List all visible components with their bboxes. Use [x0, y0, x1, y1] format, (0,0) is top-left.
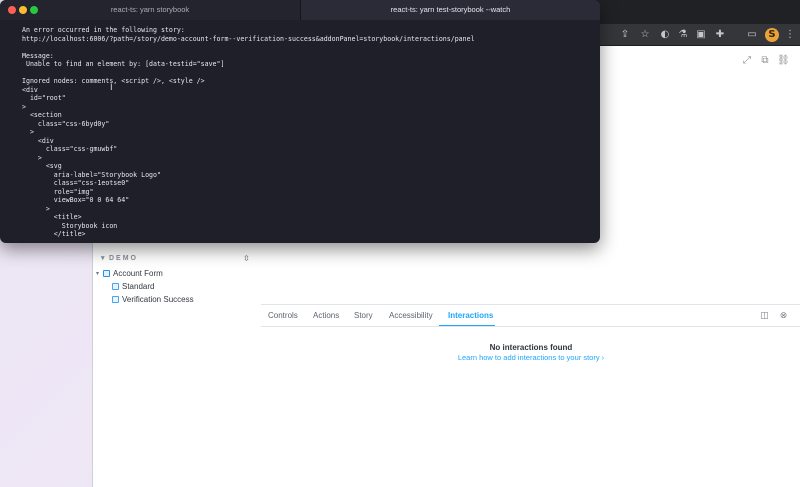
terminal-line: Message: [22, 51, 54, 60]
shield-icon[interactable]: ◐ [658, 28, 672, 42]
terminal-line: An error occurred in the following story… [22, 26, 185, 34]
terminal-line: <div [22, 85, 38, 94]
terminal-line: Ignored nodes: comments, <script />, <st… [22, 77, 205, 85]
story-icon [112, 283, 119, 290]
close-icon[interactable]: ⊗ [778, 311, 789, 322]
terminal-line: <section [22, 111, 62, 119]
flask-icon[interactable]: ⚗ [676, 28, 690, 42]
terminal-line: aria-label="Storybook Logo" [22, 170, 161, 179]
terminal-line: <div [22, 136, 54, 145]
terminal-window: react-ts: yarn storybook react-ts: yarn … [0, 0, 600, 243]
cup-icon[interactable]: ▣ [694, 28, 708, 42]
avatar[interactable]: S [765, 28, 779, 42]
puzzle-icon[interactable]: ✚ [713, 28, 727, 42]
zoom-window-button[interactable] [30, 6, 38, 14]
terminal-line: <title> [22, 213, 82, 221]
terminal-line: </title> [22, 230, 86, 238]
sidebar-item-verification-success[interactable]: Verification Success [112, 294, 252, 306]
terminal-line: Storybook icon [22, 221, 118, 230]
terminal-line: class="css-1eotse0" [22, 179, 130, 187]
terminal-line: http://localhost:6006/?path=/story/demo-… [22, 34, 475, 43]
terminal-line: > [22, 102, 26, 111]
tab-controls[interactable]: Controls [268, 305, 298, 327]
sidebar-item-label: Verification Success [122, 295, 194, 304]
empty-state-title: No interactions found [489, 343, 573, 352]
link-icon[interactable]: ⛓ [777, 55, 790, 67]
story-icon [112, 296, 119, 303]
terminal-line: Unable to find an element by: [data-test… [22, 60, 225, 68]
open-new-icon[interactable]: ⧉ [759, 55, 771, 67]
sidebar-item-standard[interactable]: Standard [112, 281, 252, 293]
sidebar-item-label: Account Form [113, 269, 163, 278]
learn-more-link[interactable]: Learn how to add interactions to your st… [261, 353, 800, 362]
terminal-titlebar: react-ts: yarn storybook react-ts: yarn … [0, 0, 600, 20]
terminal-line: > [22, 153, 42, 162]
terminal-line: > [22, 204, 50, 213]
sidebar-section-label: DEMO [109, 255, 138, 262]
cast-icon[interactable]: ▭ [745, 28, 759, 42]
terminal-tab-test-storybook[interactable]: react-ts: yarn test-storybook --watch [300, 0, 600, 20]
terminal-output[interactable]: An error occurred in the following story… [22, 26, 592, 240]
share-icon[interactable]: ⇪ [618, 28, 632, 42]
expand-all-icon[interactable]: ⇳ [243, 254, 250, 263]
close-window-button[interactable] [8, 6, 16, 14]
component-icon [103, 270, 110, 277]
tab-actions[interactable]: Actions [313, 305, 339, 327]
fullscreen-icon[interactable]: ⤢ [741, 55, 753, 67]
terminal-line: viewBox="0 0 64 64" [22, 196, 130, 204]
terminal-line: <svg [22, 162, 62, 170]
tab-interactions[interactable]: Interactions [448, 305, 493, 327]
text-cursor-icon: I [110, 83, 113, 93]
tab-story[interactable]: Story [354, 305, 373, 327]
sidebar-section-header[interactable]: ▾ DEMO ⇳ [97, 254, 250, 266]
sidebar-item-label: Standard [122, 282, 155, 291]
tab-accessibility[interactable]: Accessibility [389, 305, 433, 327]
more-menu-icon[interactable]: ⋮ [783, 28, 797, 42]
chevron-down-icon: ▾ [101, 255, 105, 262]
terminal-tab-storybook[interactable]: react-ts: yarn storybook [0, 0, 300, 20]
panel-layout-icon[interactable]: ◫ [759, 311, 770, 322]
terminal-line: class="css-gmuwbf" [22, 145, 118, 153]
terminal-line: id="root" [22, 94, 66, 102]
terminal-line: role="img" [22, 187, 94, 196]
star-icon[interactable]: ☆ [638, 28, 652, 42]
terminal-line: > [22, 128, 34, 136]
panel-tabs-border [261, 326, 800, 327]
minimize-window-button[interactable] [19, 6, 27, 14]
terminal-line: class="css-6byd0y" [22, 119, 110, 128]
addon-panel-tabs: Controls Actions Story Accessibility Int… [261, 305, 800, 327]
chevron-down-icon: ▾ [96, 270, 100, 277]
sidebar-item-account-form[interactable]: ▾ Account Form [96, 268, 253, 280]
